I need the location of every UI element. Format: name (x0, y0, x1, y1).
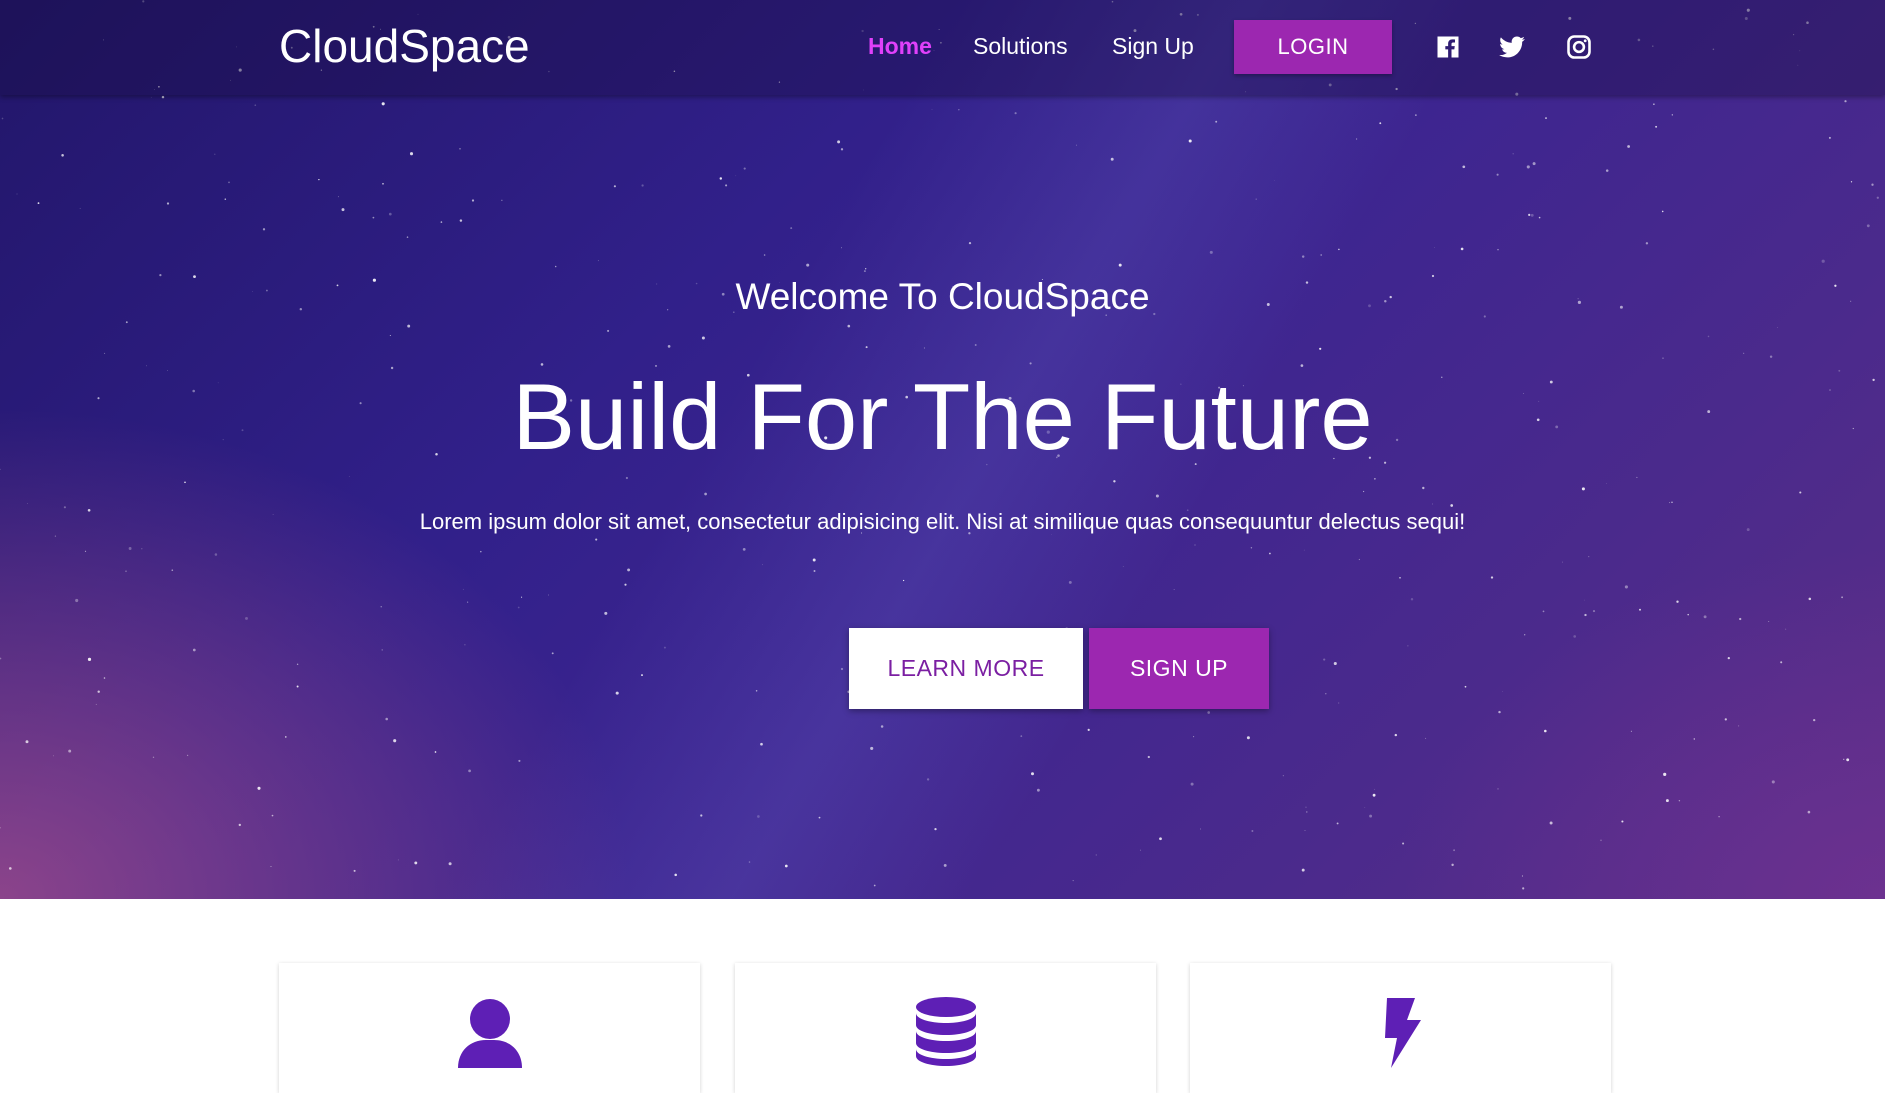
hero-welcome-text: Welcome To CloudSpace (735, 276, 1150, 317)
navbar: CloudSpace Home Solutions Sign Up LOGIN (0, 0, 1885, 95)
hero-lead-text: Lorem ipsum dolor sit amet, consectetur … (419, 509, 1466, 534)
nav-link-home[interactable]: Home (868, 30, 932, 62)
feature-card-bolt (1190, 963, 1611, 1093)
instagram-icon[interactable] (1565, 33, 1593, 61)
sign-up-button[interactable]: SIGN UP (1089, 628, 1269, 709)
learn-more-button[interactable]: LEARN MORE (849, 628, 1083, 709)
nav-link-solutions[interactable]: Solutions (973, 30, 1068, 62)
feature-card-user (279, 963, 700, 1093)
bolt-icon (1365, 996, 1437, 1068)
nav-link-sign-up[interactable]: Sign Up (1112, 30, 1194, 62)
database-icon (910, 996, 982, 1068)
login-button[interactable]: LOGIN (1234, 20, 1392, 74)
facebook-icon[interactable] (1434, 33, 1462, 61)
feature-card-database (735, 963, 1156, 1093)
user-icon (454, 996, 526, 1068)
hero-headline: Build For The Future (512, 364, 1373, 469)
twitter-icon[interactable] (1498, 33, 1526, 61)
brand-logo[interactable]: CloudSpace (279, 18, 530, 74)
hero-section: CloudSpace Home Solutions Sign Up LOGIN … (0, 0, 1885, 899)
